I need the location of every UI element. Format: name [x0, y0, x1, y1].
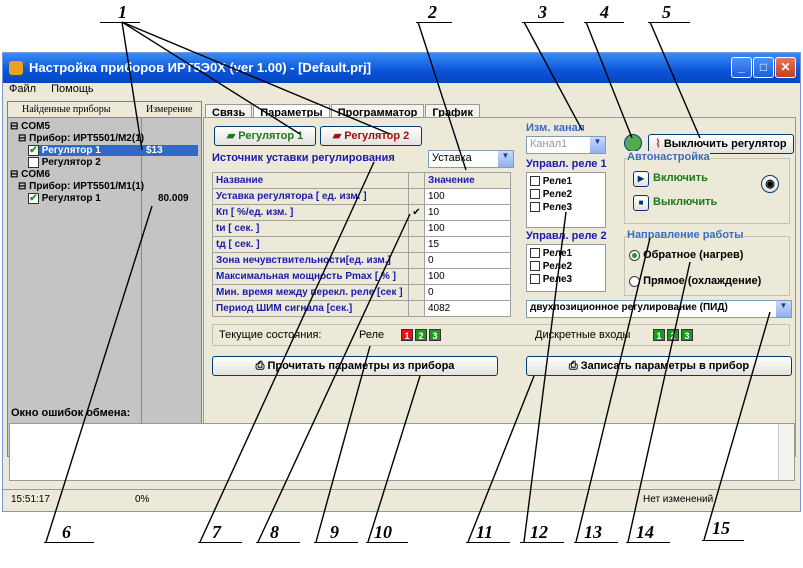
callout-leaders	[45, 21, 771, 543]
